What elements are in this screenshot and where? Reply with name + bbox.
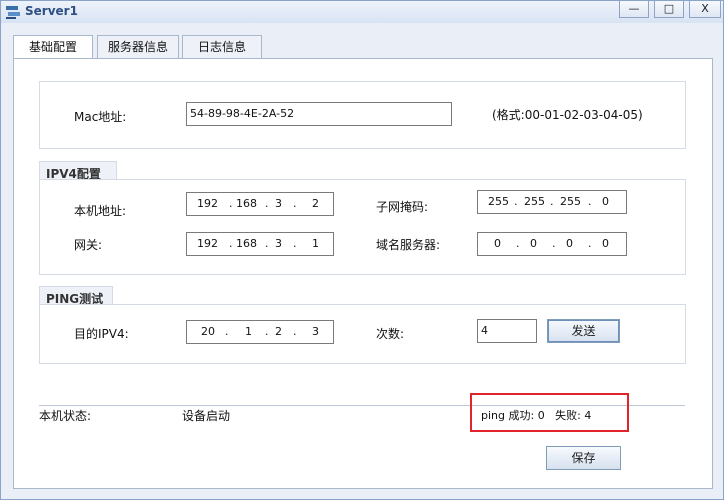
tab-server-info[interactable]: 服务器信息 (97, 35, 179, 59)
save-button[interactable]: 保存 (546, 446, 621, 470)
ipv4-section: 本机地址: 192. 168. 3. 2 子网掩码: 255. 255. 255… (39, 179, 686, 275)
gateway-input[interactable]: 192. 168. 3. 1 (186, 232, 334, 256)
maximize-button[interactable]: □ (654, 1, 684, 18)
subnet-mask-label: 子网掩码: (376, 200, 429, 214)
gateway-label: 网关: (74, 238, 103, 252)
device-status-value: 设备启动 (182, 409, 231, 423)
ping-result-text: ping 成功: 0 失败: 4 (481, 409, 592, 422)
mac-label: Mac地址: (74, 110, 127, 124)
window-title: Server1 (25, 4, 78, 18)
count-label: 次数: (376, 327, 405, 341)
local-ip-label: 本机地址: (74, 204, 127, 218)
ping-count-input[interactable]: 4 (477, 319, 537, 343)
subnet-mask-input[interactable]: 255. 255. 255. 0 (477, 190, 627, 214)
title-bar: Server1 — □ X (1, 1, 723, 23)
tab-basic-config[interactable]: 基础配置 (13, 35, 93, 60)
minimize-button[interactable]: — (619, 1, 649, 18)
target-ipv4-input[interactable]: 20. 1. 2. 3 (186, 320, 334, 344)
dns-label: 域名服务器: (376, 238, 441, 252)
tab-log-info[interactable]: 日志信息 (182, 35, 262, 59)
close-button[interactable]: X (689, 1, 721, 18)
server-app-icon (6, 6, 20, 19)
send-button[interactable]: 发送 (547, 319, 620, 343)
mac-address-input[interactable]: 54-89-98-4E-2A-52 (186, 102, 452, 126)
target-ipv4-label: 目的IPV4: (74, 327, 129, 341)
mac-section: Mac地址: 54-89-98-4E-2A-52 (格式:00-01-02-03… (39, 81, 686, 149)
server-window: Server1 — □ X 基础配置 服务器信息 日志信息 Mac地址: 54-… (0, 0, 724, 500)
mac-format-hint: (格式:00-01-02-03-04-05) (492, 108, 643, 122)
ping-section: 目的IPV4: 20. 1. 2. 3 次数: 4 发送 (39, 304, 686, 364)
tab-content-panel: Mac地址: 54-89-98-4E-2A-52 (格式:00-01-02-03… (13, 58, 713, 489)
local-ip-input[interactable]: 192. 168. 3. 2 (186, 192, 334, 216)
device-status-label: 本机状态: (39, 409, 92, 423)
dns-input[interactable]: 0. 0. 0. 0 (477, 232, 627, 256)
